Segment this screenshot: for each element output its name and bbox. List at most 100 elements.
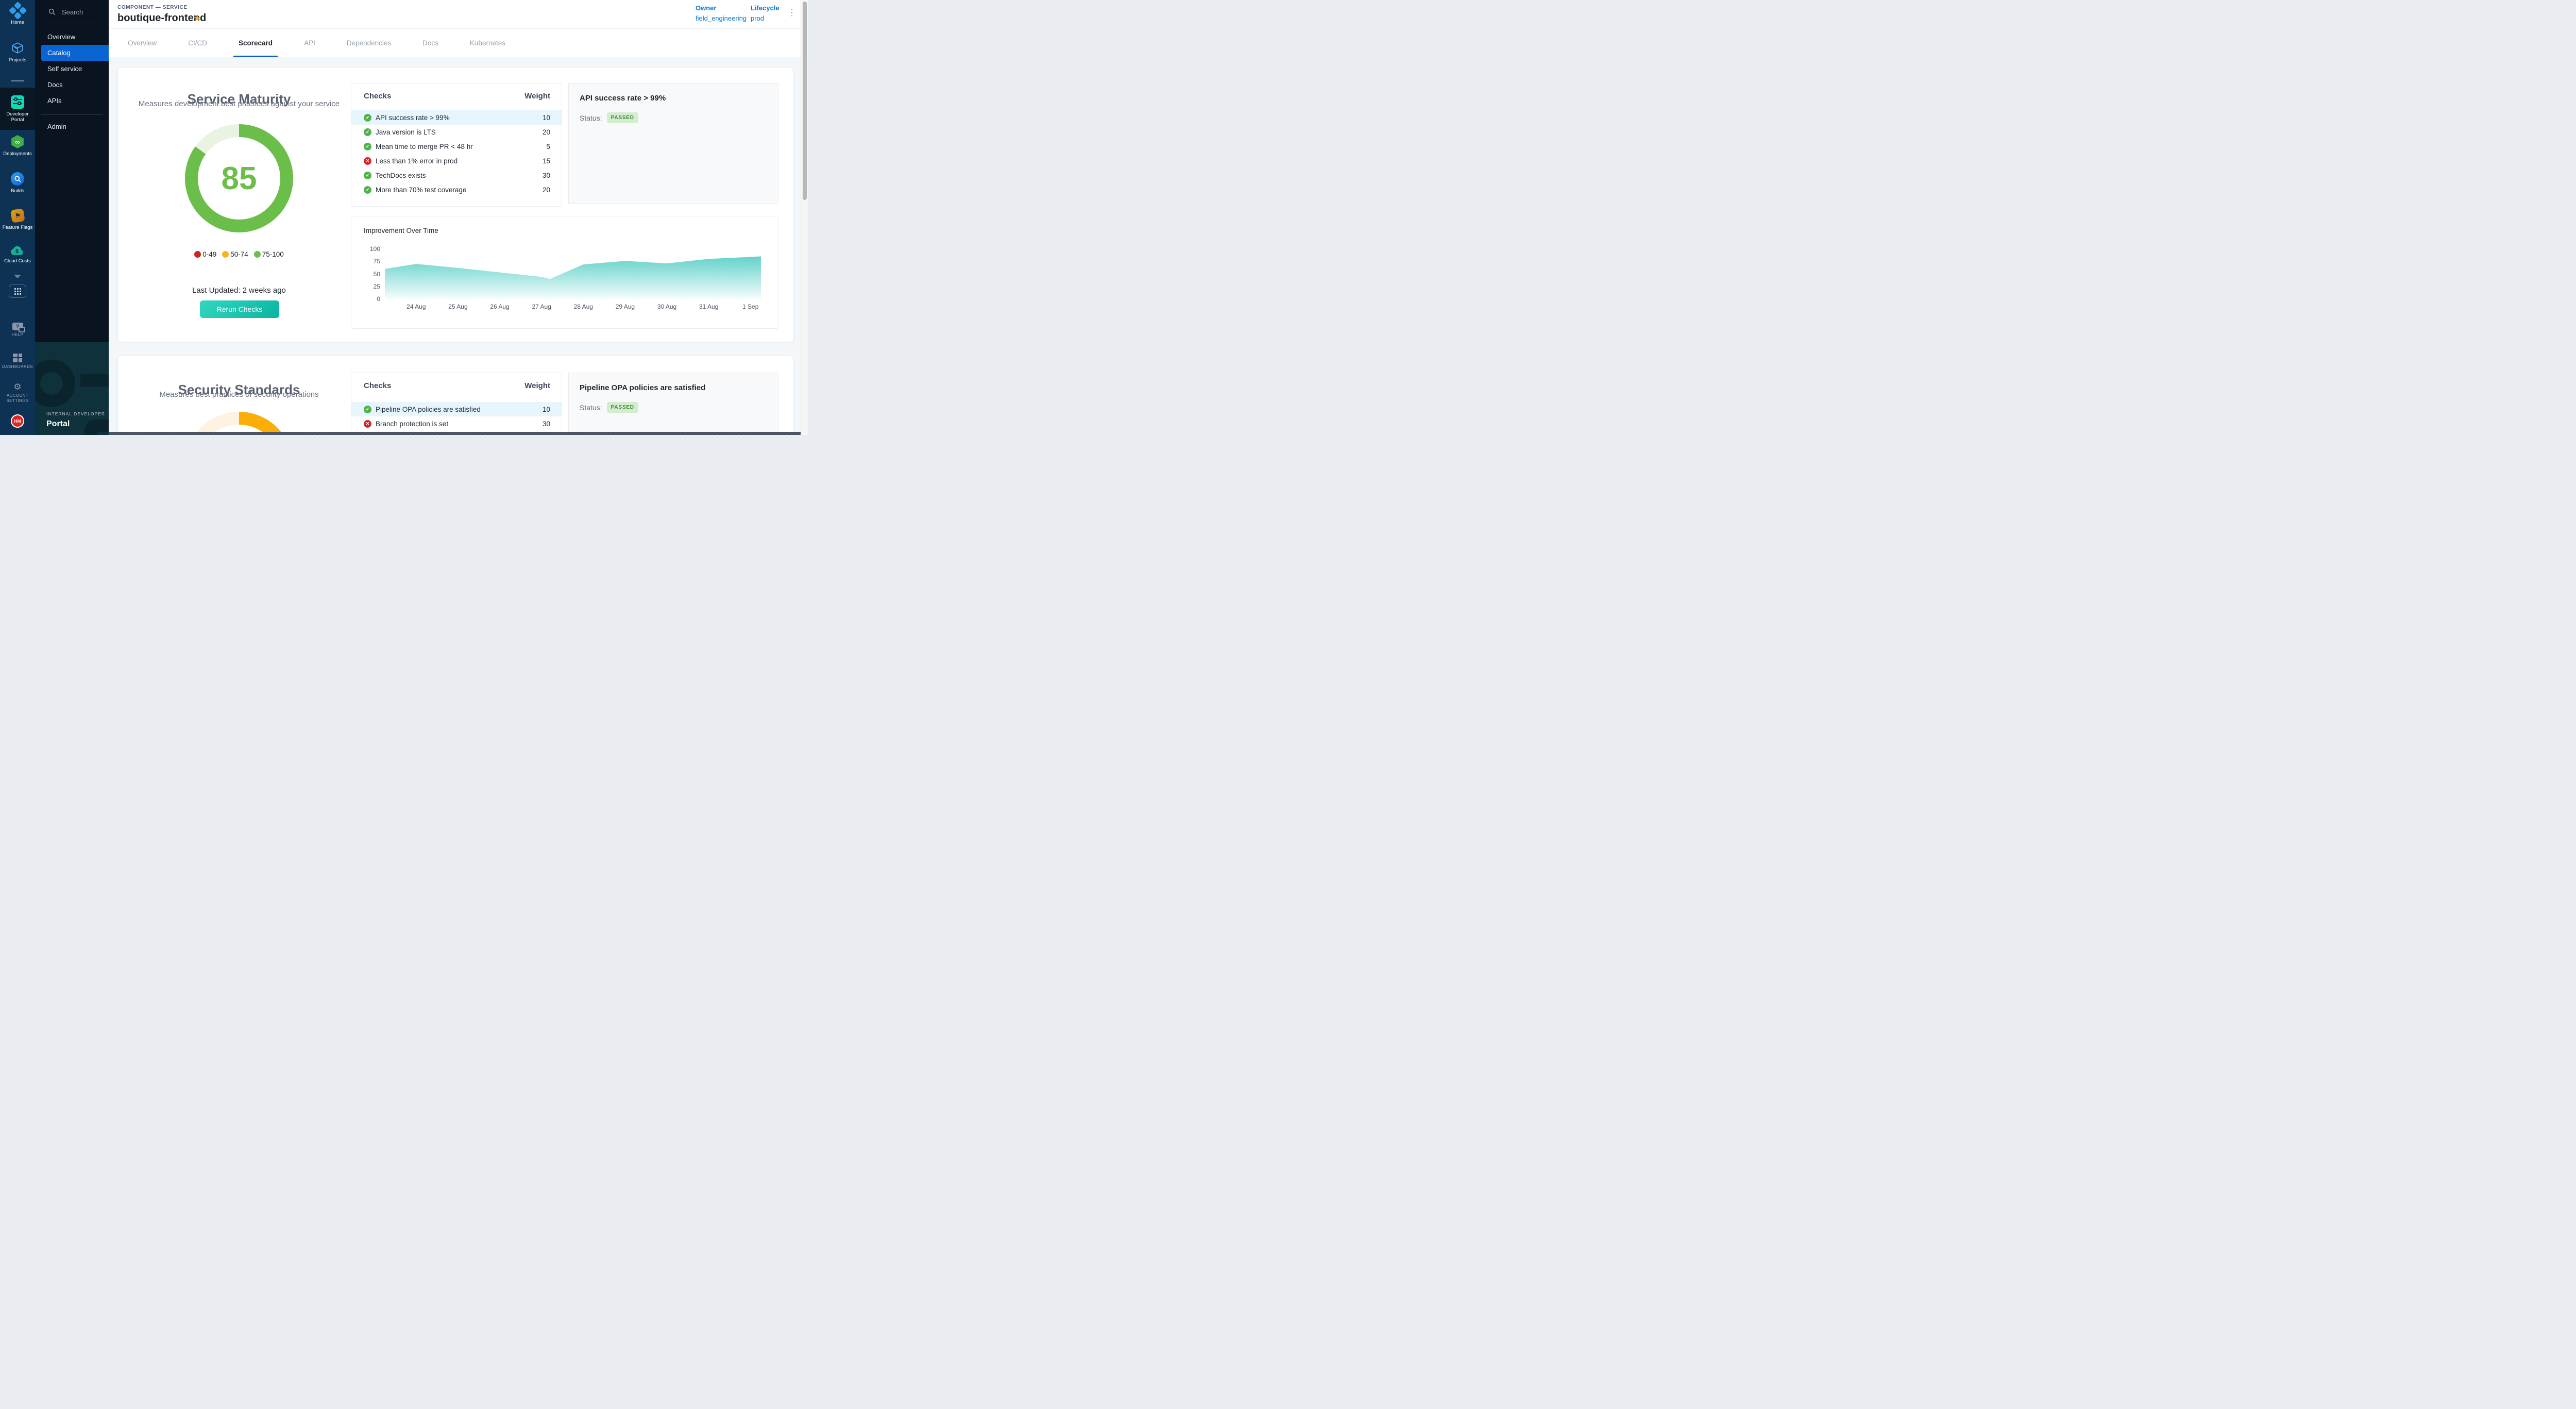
user-avatar[interactable]: HM (0, 414, 35, 430)
cube-icon (11, 41, 24, 55)
check-row[interactable]: ✓ Pipeline OPA policies are satisfied10 (351, 402, 562, 416)
x-tick-label: 24 Aug (400, 303, 433, 310)
search-input[interactable]: Search (35, 5, 109, 19)
module-picker-button[interactable] (0, 284, 35, 300)
breadcrumb: COMPONENT — SERVICE (117, 5, 188, 10)
check-row[interactable]: ✓ Java version is LTS20 (351, 125, 562, 139)
check-row[interactable]: ✕ Branch protection is set30 (351, 416, 562, 431)
check-row[interactable]: ✓ Mean time to merge PR < 48 hr5 (351, 139, 562, 154)
feature-flags-icon: ⚑ (10, 208, 25, 223)
checks-table: Checks Weight ✓ API success rate > 99%10… (351, 83, 562, 207)
sidebar-item-overview[interactable]: Overview (35, 29, 109, 45)
status-badge: PASSED (607, 402, 638, 413)
legend-item-red: 0-49 (194, 250, 216, 258)
scorecard-security-standards: Security Standards Measures best practic… (117, 356, 794, 435)
sidebar-item-developer-portal[interactable]: Developer Portal (0, 88, 35, 130)
sidebar-item-projects[interactable]: Projects (0, 41, 35, 71)
sidebar-item-builds[interactable]: Builds (0, 172, 35, 202)
check-row[interactable]: ✕ Less than 1% error in prod15 (351, 154, 562, 168)
check-row[interactable]: ✓ More than 70% test coverage20 (351, 182, 562, 197)
check-detail-panel: API success rate > 99% Status: PASSED (568, 83, 778, 204)
circuit-decoration (35, 360, 75, 407)
last-updated-text: Last Updated: 2 weeks ago (118, 286, 360, 295)
x-tick-label: 28 Aug (567, 303, 600, 310)
x-tick-label: 25 Aug (442, 303, 474, 310)
entity-header: COMPONENT — SERVICE boutique-frontend ★ … (109, 0, 801, 28)
yellow-dot-icon (222, 251, 229, 258)
maturity-score-gauge: 85 (185, 124, 293, 232)
check-status-row: Status: PASSED (580, 402, 638, 413)
check-row[interactable]: ✓ TechDocs exists30 (351, 168, 562, 182)
scorecard-service-maturity: Service Maturity Measures development be… (117, 67, 794, 342)
dashboards-icon (13, 354, 22, 362)
tab-dependencies[interactable]: Dependencies (338, 29, 399, 57)
improvement-chart-card: Improvement Over Time 1007550250 24 Aug2… (351, 216, 778, 329)
scorecard-subtitle: Measures best practices of security oper… (118, 390, 360, 399)
check-passed-icon: ✓ (364, 143, 371, 150)
portal-sidebar: Search Overview Catalog Self service Doc… (35, 0, 109, 435)
sidebar-item-help[interactable]: ? HELP (0, 323, 35, 344)
y-tick-label: 0 (361, 295, 380, 303)
search-icon (48, 8, 56, 15)
scorecard-subtitle: Measures development best practices agai… (118, 99, 360, 108)
cloud-costs-icon: $ (10, 245, 25, 256)
check-row[interactable]: ✓ API success rate > 99%10 (351, 110, 562, 125)
builds-icon (11, 172, 24, 186)
legend-item-green: 75-100 (254, 250, 284, 258)
sidebar-divider (11, 80, 24, 81)
check-failed-icon: ✕ (364, 420, 371, 428)
gear-icon: ⚙ (13, 382, 21, 391)
sidebar-item-docs[interactable]: Docs (35, 77, 109, 93)
lifecycle-meta[interactable]: Lifecycle prod (751, 4, 779, 22)
sidebar-item-deployments[interactable]: ∞ Deployments (0, 135, 35, 165)
check-detail-title: API success rate > 99% (580, 94, 666, 103)
entity-tabbar: Overview CI/CD Scorecard API Dependencie… (109, 29, 801, 57)
tab-scorecard[interactable]: Scorecard (230, 29, 281, 57)
y-tick-label: 75 (361, 258, 380, 265)
x-tick-label: 26 Aug (483, 303, 516, 310)
tab-kubernetes[interactable]: Kubernetes (462, 29, 514, 57)
circuit-decoration (80, 374, 109, 387)
tab-cicd[interactable]: CI/CD (180, 29, 215, 57)
tab-overview[interactable]: Overview (120, 29, 165, 57)
check-passed-icon: ✓ (364, 172, 371, 179)
grid-icon (9, 284, 26, 298)
horizontal-scrollbar[interactable] (109, 432, 801, 435)
y-tick-label: 50 (361, 271, 380, 278)
sidebar-item-cloud-costs[interactable]: $ Cloud Costs (0, 245, 35, 274)
sidebar-collapse[interactable] (0, 275, 35, 283)
sidebar-item-home[interactable]: Home (0, 4, 35, 34)
rerun-checks-button[interactable]: Rerun Checks (200, 300, 279, 318)
tab-docs[interactable]: Docs (414, 29, 447, 57)
favorite-star-icon[interactable]: ★ (193, 13, 201, 24)
checks-table-header: Checks Weight (351, 92, 562, 104)
developer-portal-icon (11, 95, 24, 109)
maturity-score-value: 85 (222, 160, 257, 197)
check-failed-icon: ✕ (364, 157, 371, 165)
circuit-decoration (84, 420, 109, 435)
sidebar-item-apis[interactable]: APIs (35, 93, 109, 109)
more-options-icon[interactable]: ⋮ (787, 7, 796, 18)
tab-api[interactable]: API (296, 29, 324, 57)
check-passed-icon: ✓ (364, 186, 371, 194)
check-passed-icon: ✓ (364, 114, 371, 122)
sidebar-item-catalog[interactable]: Catalog (41, 45, 109, 61)
sidebar-item-feature-flags[interactable]: ⚑ Feature Flags (0, 209, 35, 239)
check-passed-icon: ✓ (364, 406, 371, 413)
chevron-down-icon (14, 275, 21, 278)
owner-meta[interactable]: Owner field_engineering (696, 4, 747, 22)
sidebar-item-dashboards[interactable]: DASHBOARDS (0, 354, 35, 375)
avatar-initials: HM (11, 414, 24, 428)
x-tick-label: 29 Aug (608, 303, 641, 310)
sidebar-item-self-service[interactable]: Self service (35, 61, 109, 77)
checks-table: Checks Weight ✓ Pipeline OPA policies ar… (351, 373, 562, 435)
status-badge: PASSED (607, 112, 638, 123)
sidebar-item-admin[interactable]: Admin (35, 119, 109, 135)
checks-table-header: Checks Weight (351, 381, 562, 394)
harness-logo-icon (8, 2, 26, 20)
check-passed-icon: ✓ (364, 128, 371, 136)
vertical-scrollbar[interactable] (801, 0, 808, 435)
sidebar-item-account-settings[interactable]: ⚙ ACCOUNT SETTINGS (0, 382, 35, 409)
scrollbar-thumb[interactable] (803, 2, 807, 200)
y-tick-label: 100 (361, 245, 380, 253)
